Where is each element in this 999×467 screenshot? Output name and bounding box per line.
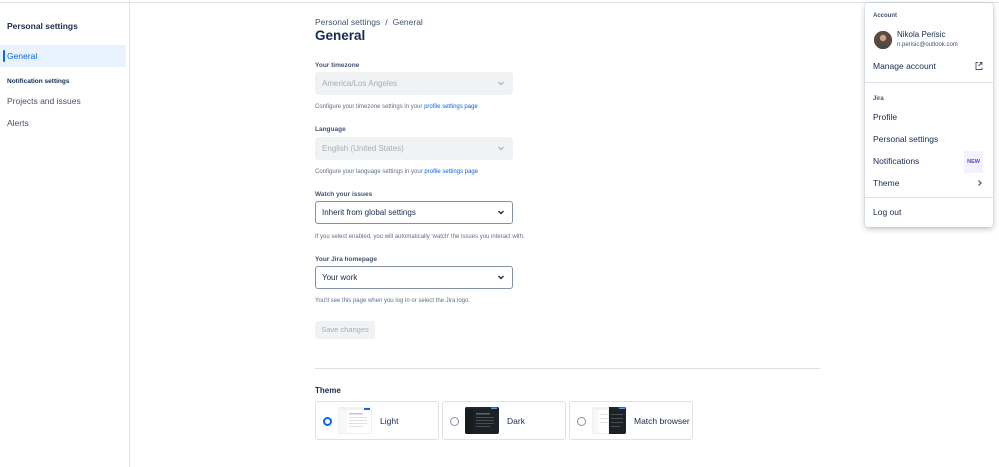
menu-item-label: Notifications [873, 156, 920, 166]
settings-sidebar: Personal settings General Notification s… [0, 0, 130, 467]
jira-section-heading: Jira [873, 96, 884, 102]
new-badge: NEW [964, 151, 983, 173]
user-name: Nikola Perisic [897, 30, 946, 39]
watch-issues-label: Watch your issues [315, 191, 373, 198]
theme-option-match-browser[interactable]: Match browser [569, 401, 693, 440]
timezone-helper-text: Configure your timezone settings in your [315, 104, 423, 110]
dark-theme-preview-icon [465, 407, 499, 434]
theme-section-title: Theme [315, 386, 341, 395]
sidebar-item-label: General [7, 51, 38, 61]
breadcrumb: Personal settings / General [315, 17, 423, 27]
menu-item-label: Profile [873, 112, 898, 122]
log-out-button[interactable]: Log out [865, 202, 993, 222]
external-link-icon [975, 56, 983, 83]
watch-issues-select[interactable]: Inherit from global settings [315, 201, 513, 224]
breadcrumb-separator: / [385, 17, 388, 27]
language-select-value: English (United States) [322, 144, 404, 153]
language-profile-settings-link[interactable]: profile settings page [424, 169, 478, 175]
jira-homepage-select-value: Your work [322, 273, 358, 282]
theme-dark-radio[interactable] [450, 417, 459, 426]
watch-issues-helper: If you select enabled, you will automati… [315, 234, 525, 240]
sidebar-item-label: Projects and issues [7, 96, 81, 106]
timezone-select[interactable]: America/Los Angeles [315, 72, 513, 95]
sidebar-item-general[interactable]: General [0, 45, 126, 67]
match-browser-theme-preview-icon [592, 407, 626, 434]
chevron-down-icon [498, 146, 504, 151]
theme-dark-label: Dark [507, 416, 525, 426]
page-title: General [315, 28, 366, 43]
theme-option-dark[interactable]: Dark [442, 401, 566, 440]
menu-divider [865, 82, 993, 83]
theme-light-radio[interactable] [323, 417, 332, 426]
menu-item-label: Personal settings [873, 134, 939, 144]
menu-item-personal-settings[interactable]: Personal settings [865, 129, 993, 149]
timezone-profile-settings-link[interactable]: profile settings page [424, 104, 478, 110]
sidebar-item-projects-and-issues[interactable]: Projects and issues [0, 90, 126, 112]
menu-divider [865, 197, 993, 198]
light-theme-preview-icon [338, 407, 372, 434]
timezone-select-value: America/Los Angeles [322, 79, 398, 88]
jira-homepage-label: Your Jira homepage [315, 256, 378, 263]
sidebar-section-notification-settings: Notification settings [7, 78, 70, 85]
chevron-down-icon [498, 210, 504, 215]
theme-light-label: Light [380, 416, 399, 426]
top-border [0, 0, 999, 3]
timezone-helper: Configure your timezone settings in your… [315, 104, 478, 110]
menu-item-notifications[interactable]: Notifications NEW [865, 151, 993, 173]
language-helper-text: Configure your language settings in your [315, 169, 423, 175]
theme-option-light[interactable]: Light [315, 401, 439, 440]
breadcrumb-parent-link[interactable]: Personal settings [315, 17, 380, 27]
user-email: n.perisic@outlook.com [897, 42, 958, 48]
language-select[interactable]: English (United States) [315, 137, 513, 160]
theme-match-browser-label: Match browser [634, 416, 690, 426]
chevron-down-icon [498, 81, 504, 86]
language-label: Language [315, 126, 346, 133]
sidebar-title: Personal settings [7, 21, 78, 31]
user-avatar-icon [874, 31, 892, 49]
menu-item-label: Theme [873, 178, 900, 188]
sidebar-item-label: Alerts [7, 118, 29, 128]
menu-item-profile[interactable]: Profile [865, 107, 993, 127]
theme-match-browser-radio[interactable] [577, 417, 586, 426]
timezone-label: Your timezone [315, 62, 360, 69]
sidebar-item-alerts[interactable]: Alerts [0, 112, 126, 134]
chevron-down-icon [498, 275, 504, 280]
avatar [874, 31, 892, 49]
log-out-label: Log out [873, 207, 902, 217]
manage-account-link[interactable]: Manage account [865, 56, 993, 76]
save-changes-button[interactable]: Save changes [315, 321, 375, 339]
chevron-right-icon [977, 173, 983, 200]
jira-homepage-helper: You'll see this page when you log in or … [315, 298, 471, 304]
breadcrumb-current[interactable]: General [393, 17, 423, 27]
watch-issues-select-value: Inherit from global settings [322, 208, 416, 217]
menu-item-theme[interactable]: Theme [865, 173, 993, 193]
language-helper: Configure your language settings in your… [315, 169, 478, 175]
section-divider [315, 368, 820, 369]
jira-homepage-select[interactable]: Your work [315, 266, 513, 289]
account-dropdown-menu: Account Nikola Perisic n.perisic@outlook… [865, 3, 993, 227]
manage-account-label: Manage account [873, 61, 936, 71]
account-section-heading: Account [873, 13, 897, 19]
